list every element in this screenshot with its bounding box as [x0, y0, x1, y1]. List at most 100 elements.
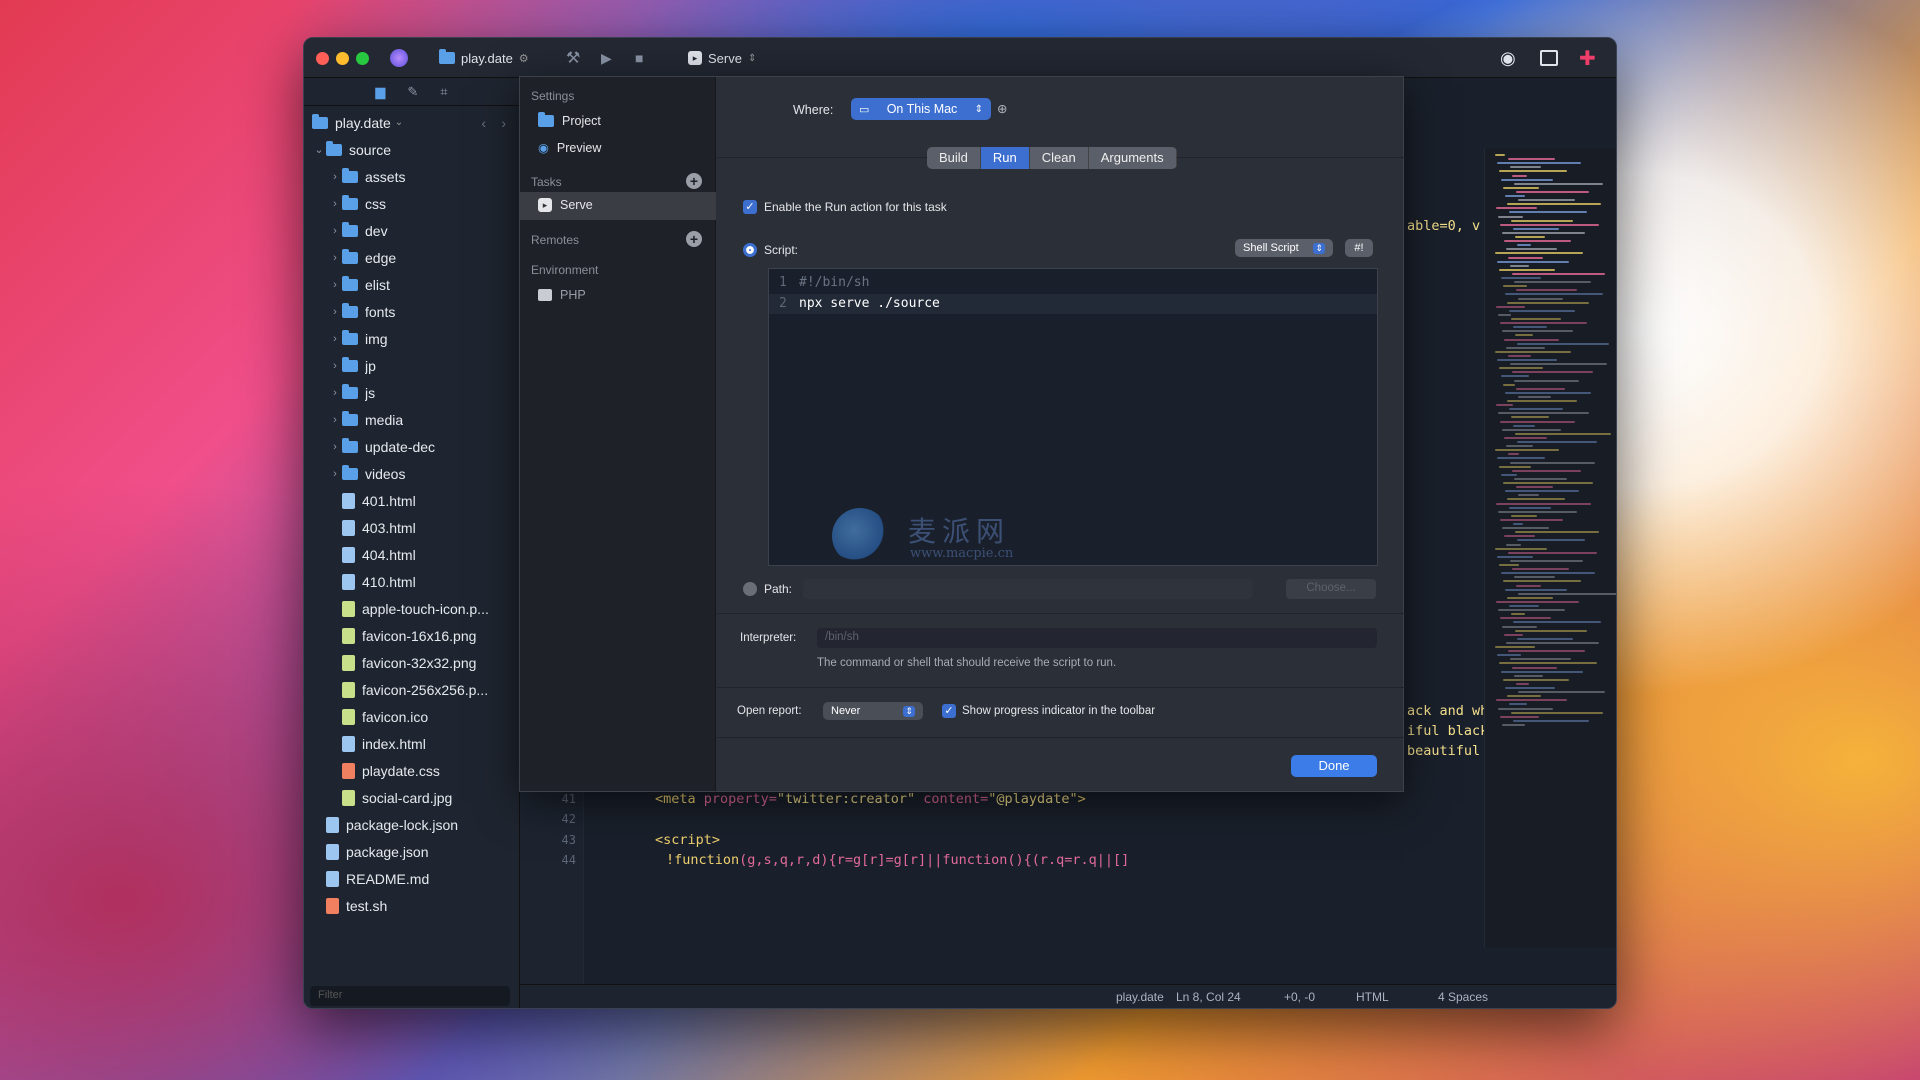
chevron-right-icon[interactable]: ›	[328, 306, 342, 318]
tree-folder[interactable]: › css	[304, 190, 520, 217]
folder-icon	[342, 302, 358, 318]
minimap[interactable]	[1484, 148, 1616, 948]
forward-arrow-icon[interactable]: ›	[501, 115, 506, 131]
tree-file[interactable]: favicon-32x32.png	[304, 649, 520, 676]
tab-build[interactable]: Build	[927, 147, 981, 169]
scheme-selector[interactable]: ▸ Serve ⇕	[688, 48, 756, 68]
path-radio[interactable]	[743, 582, 757, 596]
add-remote-button[interactable]: +	[686, 231, 702, 247]
image-file-icon	[342, 789, 355, 806]
tab-run[interactable]: Run	[980, 147, 1030, 169]
tree-file[interactable]: favicon-16x16.png	[304, 622, 520, 649]
tree-folder[interactable]: › videos	[304, 460, 520, 487]
tree-file[interactable]: 404.html	[304, 541, 520, 568]
tree-file[interactable]: 410.html	[304, 568, 520, 595]
enable-run-checkbox[interactable]: ✓	[743, 200, 757, 214]
choose-button[interactable]: Choose...	[1286, 579, 1376, 599]
status-indent[interactable]: 4 Spaces	[1438, 990, 1488, 1004]
task-item-serve[interactable]: ▸ Serve	[538, 198, 593, 212]
tree-file[interactable]: apple-touch-icon.p...	[304, 595, 520, 622]
tree-file[interactable]: test.sh	[304, 892, 520, 919]
chevron-right-icon[interactable]: ›	[328, 279, 342, 291]
tree-folder[interactable]: › js	[304, 379, 520, 406]
stop-icon[interactable]: ■	[635, 48, 643, 68]
tree-item-label: 404.html	[362, 546, 416, 563]
open-report-select[interactable]: Never ⇕	[823, 702, 923, 720]
watermark-url: www.macpie.cn	[910, 546, 1014, 561]
layout-panel-icon[interactable]	[1540, 48, 1558, 68]
chevron-right-icon[interactable]: ›	[328, 360, 342, 372]
chevron-right-icon[interactable]: ›	[328, 333, 342, 345]
chevron-right-icon[interactable]: ›	[328, 387, 342, 399]
build-hammer-icon[interactable]: ⚒	[566, 48, 580, 68]
settings-item-project[interactable]: Project	[538, 112, 601, 128]
filter-input[interactable]: Filter	[310, 986, 510, 1006]
tree-file[interactable]: favicon-256x256.p...	[304, 676, 520, 703]
tree-file[interactable]: 403.html	[304, 514, 520, 541]
git-tab-icon[interactable]: ✎	[407, 84, 418, 100]
minimize-button[interactable]	[336, 52, 349, 65]
project-root[interactable]: play.date ⌄ ‹ ›	[312, 109, 512, 136]
minimap-line	[1501, 473, 1517, 476]
chevron-down-icon: ⌄	[394, 117, 404, 128]
tab-arguments[interactable]: Arguments	[1089, 147, 1177, 169]
tree-folder[interactable]: › elist	[304, 271, 520, 298]
tree-file[interactable]: package-lock.json	[304, 811, 520, 838]
status-position[interactable]: Ln 8, Col 24	[1176, 990, 1241, 1004]
tree-folder[interactable]: › jp	[304, 352, 520, 379]
code-token: property=	[695, 791, 777, 808]
tree-file[interactable]: README.md	[304, 865, 520, 892]
back-arrow-icon[interactable]: ‹	[481, 115, 486, 131]
tree-file[interactable]: index.html	[304, 730, 520, 757]
close-button[interactable]	[316, 52, 329, 65]
tree-folder[interactable]: › media	[304, 406, 520, 433]
project-switcher[interactable]: play.date ⚙	[439, 48, 529, 68]
run-play-icon[interactable]: ▶	[601, 48, 612, 68]
chevron-right-icon[interactable]: ›	[328, 414, 342, 426]
preview-label: Preview	[556, 140, 602, 155]
tree-folder[interactable]: › edge	[304, 244, 520, 271]
files-tab-icon[interactable]: ▆	[375, 84, 385, 100]
tree-file[interactable]: favicon.ico	[304, 703, 520, 730]
symbols-tab-icon[interactable]: ⌗	[440, 84, 447, 100]
tree-item-label: videos	[365, 465, 406, 482]
zoom-button[interactable]	[356, 52, 369, 65]
tree-file[interactable]: social-card.jpg	[304, 784, 520, 811]
add-task-button[interactable]: +	[686, 173, 702, 189]
interpreter-input[interactable]: /bin/sh	[817, 628, 1377, 648]
tree-folder[interactable]: › dev	[304, 217, 520, 244]
tasks-header: Tasks	[531, 175, 562, 189]
chevron-down-icon[interactable]: ⌄	[312, 143, 326, 156]
tree-folder[interactable]: › assets	[304, 163, 520, 190]
titlebar: play.date ⚙ ⚒ ▶ ■ ▸ Serve ⇕ ◉ ✚	[304, 38, 1616, 78]
tree-folder[interactable]: › fonts	[304, 298, 520, 325]
tab-clean[interactable]: Clean	[1030, 147, 1089, 169]
chevron-right-icon[interactable]: ›	[328, 225, 342, 237]
show-progress-checkbox[interactable]: ✓	[942, 704, 956, 718]
chevron-right-icon[interactable]: ›	[328, 468, 342, 480]
chevron-right-icon[interactable]: ›	[328, 441, 342, 453]
where-info-icon[interactable]: ⊕	[997, 101, 1007, 116]
where-select[interactable]: ▭ On This Mac ⇕	[851, 98, 991, 120]
done-button[interactable]: Done	[1291, 755, 1377, 777]
code-line: <script>	[655, 832, 720, 848]
tree-folder[interactable]: ⌄ source	[304, 136, 520, 163]
script-radio[interactable]	[743, 243, 757, 257]
script-type-select[interactable]: Shell Script ⇕	[1235, 239, 1333, 257]
chevron-right-icon[interactable]: ›	[328, 198, 342, 210]
preview-eye-icon[interactable]: ◉	[1500, 48, 1516, 68]
env-item-php[interactable]: PHP	[538, 288, 586, 302]
minimap-line	[1511, 318, 1561, 320]
minimap-line	[1516, 486, 1553, 489]
shebang-button[interactable]: #!	[1345, 239, 1373, 257]
new-sparkle-icon[interactable]: ✚	[1579, 48, 1596, 70]
tree-file[interactable]: playdate.css	[304, 757, 520, 784]
settings-item-preview[interactable]: ◉ Preview	[538, 140, 602, 156]
tree-folder[interactable]: › update-dec	[304, 433, 520, 460]
tree-folder[interactable]: › img	[304, 325, 520, 352]
status-language[interactable]: HTML	[1356, 990, 1389, 1004]
chevron-right-icon[interactable]: ›	[328, 252, 342, 264]
chevron-right-icon[interactable]: ›	[328, 171, 342, 183]
tree-file[interactable]: 401.html	[304, 487, 520, 514]
tree-file[interactable]: package.json	[304, 838, 520, 865]
